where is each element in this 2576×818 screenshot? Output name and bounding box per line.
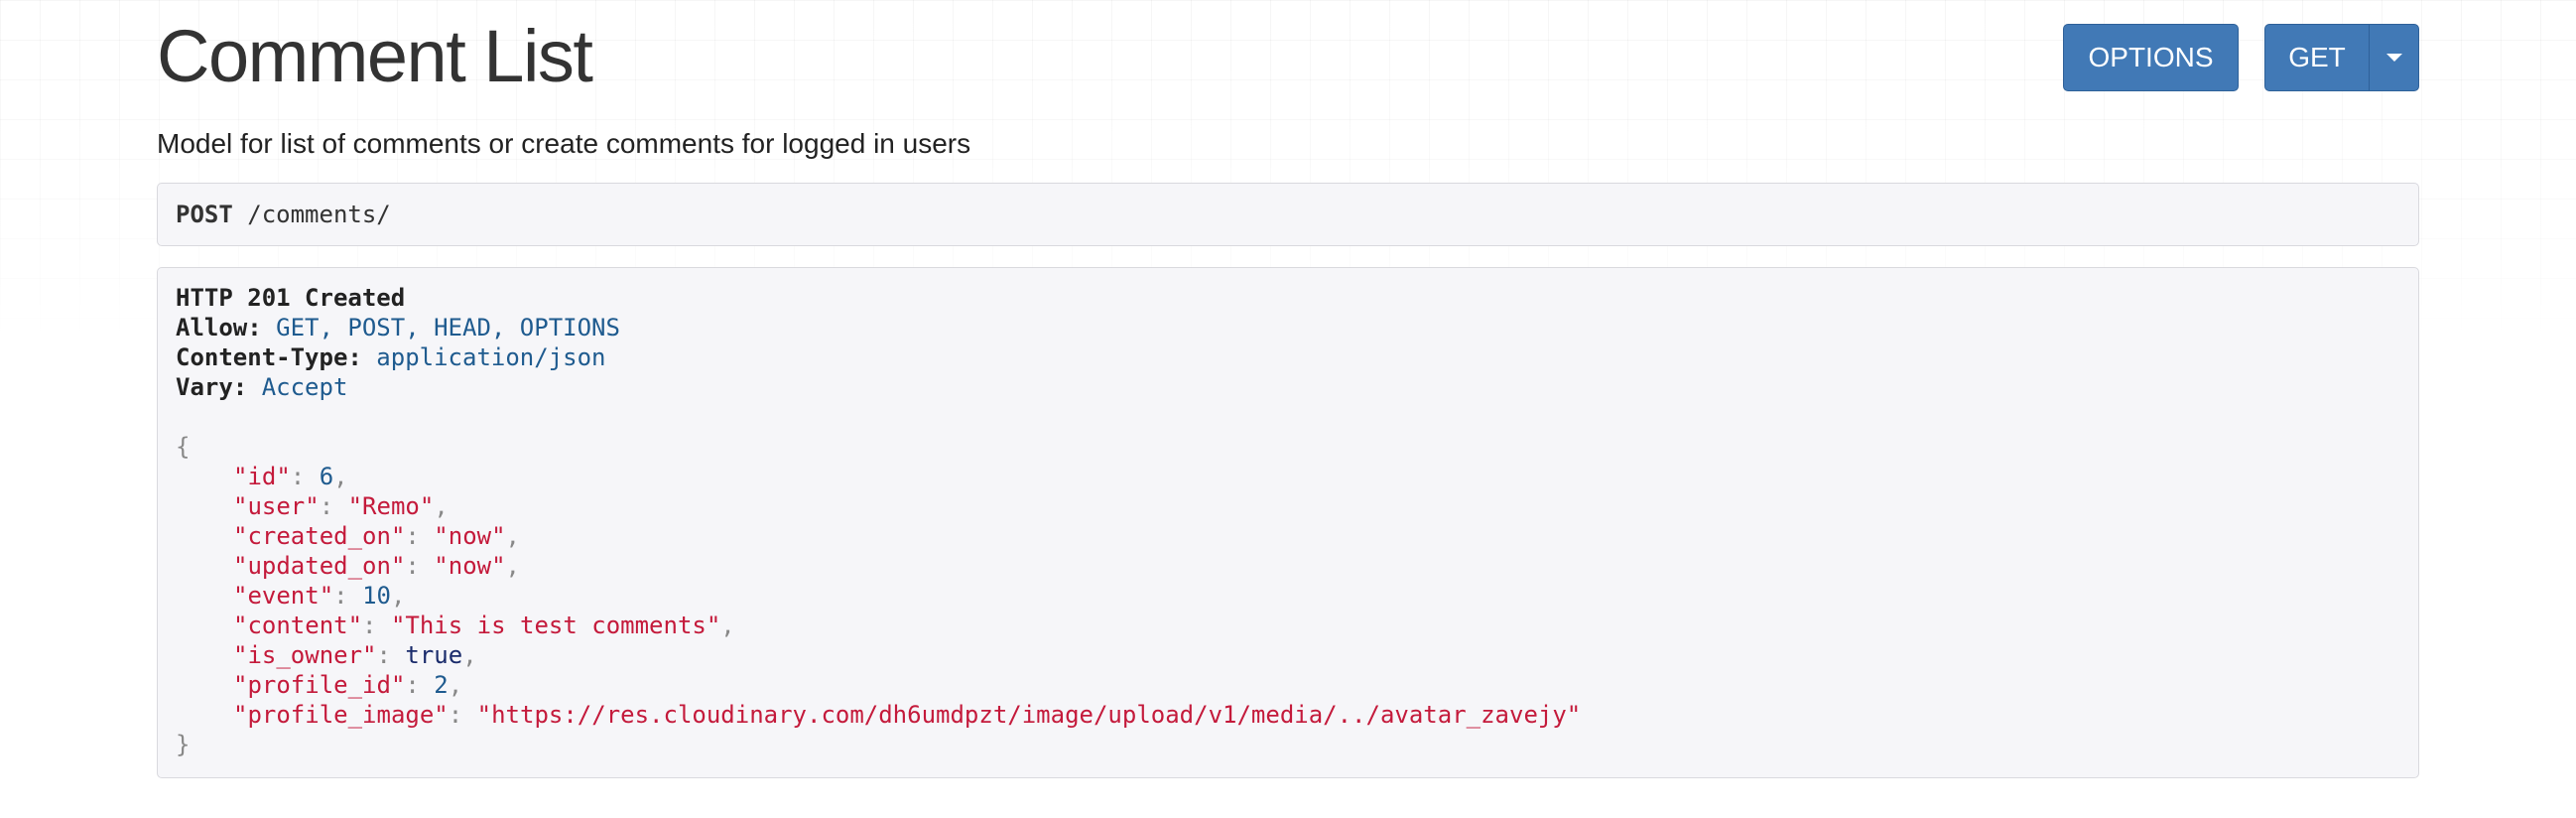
json-value: 10: [362, 582, 391, 610]
json-key: "event": [233, 582, 334, 610]
json-field-line: "profile_id": 2,: [176, 670, 2400, 700]
json-colon: :: [290, 463, 320, 490]
header-value: Accept: [261, 373, 348, 401]
response-header: Allow: GET, POST, HEAD, OPTIONS: [176, 313, 2400, 342]
json-field-line: "is_owner": true,: [176, 640, 2400, 670]
json-value: 2: [434, 671, 449, 699]
request-info: POST /comments/: [157, 183, 2419, 246]
json-field-line: "content": "This is test comments",: [176, 611, 2400, 640]
json-colon: :: [362, 612, 391, 639]
json-comma: ,: [505, 552, 520, 580]
json-value: true: [405, 641, 463, 669]
json-comma: ,: [434, 492, 449, 520]
caret-down-icon: [2385, 53, 2402, 62]
json-colon: :: [405, 671, 435, 699]
header-name: Allow:: [176, 314, 262, 341]
json-colon: :: [333, 582, 363, 610]
json-field-line: "event": 10,: [176, 581, 2400, 611]
json-comma: ,: [390, 582, 406, 610]
options-button[interactable]: OPTIONS: [2063, 24, 2239, 91]
request-path: /comments/: [247, 201, 391, 228]
get-button[interactable]: GET: [2264, 24, 2370, 91]
page-description: Model for list of comments or create com…: [157, 128, 971, 159]
json-key: "content": [233, 612, 363, 639]
json-colon: :: [376, 641, 406, 669]
json-comma: ,: [505, 522, 520, 550]
response-header: Content-Type: application/json: [176, 342, 2400, 372]
json-colon: :: [448, 701, 477, 729]
json-comma: ,: [448, 671, 463, 699]
json-key: "is_owner": [233, 641, 377, 669]
get-format-dropdown-button[interactable]: [2369, 24, 2419, 91]
json-value: "now": [434, 552, 506, 580]
json-key: "user": [233, 492, 320, 520]
json-value: "This is test comments": [390, 612, 721, 639]
response-status: HTTP 201 Created: [176, 284, 406, 312]
json-key: "created_on": [233, 522, 406, 550]
json-field-line: "updated_on": "now",: [176, 551, 2400, 581]
json-value: "now": [434, 522, 506, 550]
json-comma: ,: [720, 612, 735, 639]
header-value: application/json: [376, 343, 606, 371]
json-field-line: "created_on": "now",: [176, 521, 2400, 551]
page-title: Comment List: [157, 15, 593, 97]
response-header: Vary: Accept: [176, 372, 2400, 402]
json-comma: ,: [333, 463, 348, 490]
json-open-brace: {: [176, 433, 191, 461]
json-fields: "id": 6, "user": "Remo", "created_on": "no…: [176, 462, 2400, 730]
json-key: "updated_on": [233, 552, 406, 580]
json-colon: :: [405, 552, 435, 580]
json-value: "Remo": [347, 492, 435, 520]
response-info: HTTP 201 Created Allow: GET, POST, HEAD, …: [157, 267, 2419, 778]
json-comma: ,: [462, 641, 477, 669]
json-field-line: "user": "Remo",: [176, 491, 2400, 521]
header-name: Content-Type:: [176, 343, 362, 371]
header-value: GET, POST, HEAD, OPTIONS: [276, 314, 620, 341]
json-key: "profile_image": [233, 701, 449, 729]
page: Comment List Model for list of comments …: [0, 0, 2576, 818]
json-key: "id": [233, 463, 291, 490]
json-colon: :: [405, 522, 435, 550]
json-field-line: "profile_image": "https://res.cloudinary…: [176, 700, 2400, 730]
json-value: 6: [319, 463, 334, 490]
header-name: Vary:: [176, 373, 248, 401]
json-value: "https://res.cloudinary.com/dh6umdpzt/im…: [476, 701, 1582, 729]
request-method: POST: [176, 201, 233, 228]
json-field-line: "id": 6,: [176, 462, 2400, 491]
json-close-brace: }: [176, 731, 191, 758]
json-key: "profile_id": [233, 671, 406, 699]
json-colon: :: [319, 492, 348, 520]
